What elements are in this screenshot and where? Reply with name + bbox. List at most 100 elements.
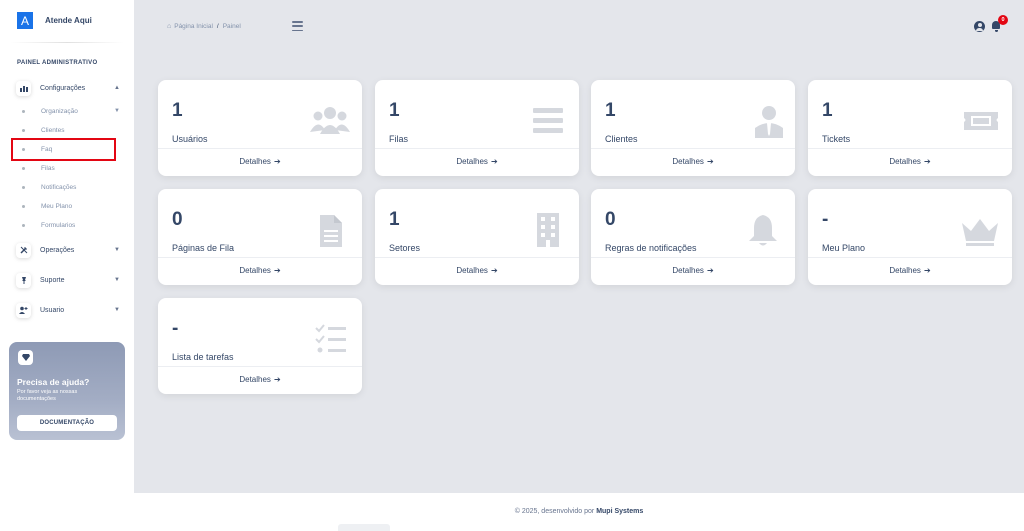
sidebar-item-meu-plano[interactable]: Meu Plano <box>22 200 122 212</box>
brand-name: Atende Aqui <box>45 16 92 25</box>
sidebar-divider <box>10 42 124 43</box>
details-link[interactable]: Detalhes ➔ <box>591 157 795 166</box>
bullet-icon <box>22 223 25 227</box>
details-link[interactable]: Detalhes ➔ <box>375 266 579 275</box>
arrow-right-icon: ➔ <box>273 157 281 166</box>
chevron-down-icon: ▼ <box>114 277 120 283</box>
user-plus-icon <box>16 302 31 318</box>
hamburger-menu-icon[interactable] <box>292 21 303 31</box>
sidebar-section-label: PAINEL ADMINISTRATIVO <box>17 60 98 66</box>
card-divider <box>808 257 1012 258</box>
card-lista-de-tarefas: - Lista de tarefas Detalhes ➔ <box>158 298 362 394</box>
card-title: Regras de notificações <box>605 243 697 253</box>
arrow-right-icon: ➔ <box>273 266 281 275</box>
card-usuarios: 1 Usuários Detalhes ➔ <box>158 80 362 176</box>
chevron-down-icon: ▼ <box>114 108 120 114</box>
bullet-icon <box>22 109 25 113</box>
chevron-up-icon: ▲ <box>114 85 120 91</box>
details-link[interactable]: Detalhes ➔ <box>375 157 579 166</box>
card-value: 0 <box>605 209 616 230</box>
sidebar-item-label: Clientes <box>41 126 65 134</box>
details-link[interactable]: Detalhes ➔ <box>591 266 795 275</box>
footer-company-link[interactable]: Mupi Systems <box>596 508 643 515</box>
pin-icon <box>16 272 31 288</box>
breadcrumb-separator: / <box>216 23 219 30</box>
help-card: Precisa de ajuda? Por favor veja as noss… <box>9 342 125 440</box>
details-link[interactable]: Detalhes ➔ <box>158 375 362 384</box>
sidebar-item-notificacoes[interactable]: Notificações <box>22 181 122 193</box>
user-circle-icon[interactable] <box>974 21 985 32</box>
gem-icon <box>18 350 33 365</box>
document-icon <box>320 215 342 247</box>
nav-group-operacoes[interactable]: Operações ▼ <box>16 242 124 258</box>
card-value: 1 <box>605 100 616 121</box>
nav-group-usuario[interactable]: Usuario ▼ <box>16 302 124 318</box>
sidebar-item-label: Meu Plano <box>41 202 73 210</box>
chevron-down-icon: ▼ <box>114 247 120 253</box>
details-link[interactable]: Detalhes ➔ <box>158 266 362 275</box>
card-divider <box>591 148 795 149</box>
card-value: 1 <box>172 100 183 121</box>
card-divider <box>158 366 362 367</box>
queue-icon <box>533 108 563 133</box>
nav-group-suporte[interactable]: Suporte ▼ <box>16 272 124 288</box>
card-value: - <box>172 318 179 339</box>
footer: © 2025, desenvolvido por Mupi Systems <box>134 493 1024 531</box>
card-title: Tickets <box>822 134 851 144</box>
sidebar: A Atende Aqui PAINEL ADMINISTRATIVO Conf… <box>0 0 134 531</box>
card-setores: 1 Setores Detalhes ➔ <box>375 189 579 285</box>
card-paginas-de-fila: 0 Páginas de Fila Detalhes ➔ <box>158 189 362 285</box>
arrow-right-icon: ➔ <box>706 157 714 166</box>
nav-group-configuracoes[interactable]: Configurações ▲ <box>16 80 124 96</box>
sidebar-item-clientes[interactable]: Clientes <box>22 124 122 136</box>
card-value: 1 <box>389 100 400 121</box>
brand[interactable]: A Atende Aqui <box>17 12 92 29</box>
bullet-icon <box>22 185 25 189</box>
help-text: Por favor veja as nossas documentações <box>17 389 78 402</box>
card-filas: 1 Filas Detalhes ➔ <box>375 80 579 176</box>
bullet-icon <box>22 204 25 208</box>
arrow-right-icon: ➔ <box>923 266 931 275</box>
card-clientes: 1 Clientes Detalhes ➔ <box>591 80 795 176</box>
card-divider <box>158 148 362 149</box>
card-title: Filas <box>389 134 409 144</box>
nav-group-label: Configurações <box>40 84 86 92</box>
arrow-right-icon: ➔ <box>923 157 931 166</box>
card-title: Clientes <box>605 134 638 144</box>
home-icon[interactable]: ⌂ <box>167 23 171 30</box>
arrow-right-icon: ➔ <box>706 266 714 275</box>
checklist-icon <box>315 324 346 353</box>
details-link[interactable]: Detalhes ➔ <box>808 266 1012 275</box>
details-link[interactable]: Detalhes ➔ <box>158 157 362 166</box>
details-link[interactable]: Detalhes ➔ <box>808 157 1012 166</box>
notification-badge: 0 <box>998 15 1008 25</box>
card-divider <box>808 148 1012 149</box>
card-title: Usuários <box>172 134 208 144</box>
bullet-icon <box>22 166 25 170</box>
breadcrumb-current: Painel <box>222 23 241 30</box>
sidebar-item-label: Organização <box>41 107 78 115</box>
sidebar-item-formularios[interactable]: Formularios <box>22 219 122 231</box>
card-value: 0 <box>172 209 183 230</box>
client-icon <box>755 106 783 138</box>
footer-tab <box>338 524 390 531</box>
sidebar-item-filas[interactable]: Filas <box>22 162 122 174</box>
card-divider <box>591 257 795 258</box>
building-icon <box>537 213 559 247</box>
arrow-right-icon: ➔ <box>490 157 498 166</box>
sidebar-item-label: Notificações <box>41 183 77 191</box>
sidebar-item-organizacao[interactable]: Organização ▼ <box>22 105 122 117</box>
breadcrumb-home[interactable]: Página Inicial <box>174 23 213 30</box>
card-value: - <box>822 209 829 230</box>
documentation-button[interactable]: DOCUMENTAÇÃO <box>17 415 117 431</box>
arrow-right-icon: ➔ <box>273 375 281 384</box>
help-title: Precisa de ajuda? <box>17 377 90 387</box>
card-title: Lista de tarefas <box>172 352 234 362</box>
nav-group-label: Operações <box>40 246 75 254</box>
card-title: Meu Plano <box>822 243 866 253</box>
arrow-right-icon: ➔ <box>490 266 498 275</box>
card-divider <box>375 257 579 258</box>
card-divider <box>158 257 362 258</box>
breadcrumb: ⌂ Página Inicial / Painel <box>167 23 241 30</box>
chevron-down-icon: ▼ <box>114 307 120 313</box>
